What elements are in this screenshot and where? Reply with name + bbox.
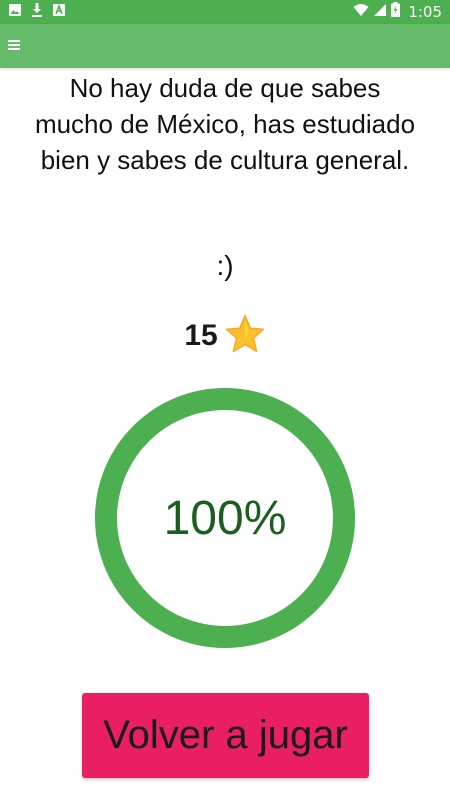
- result-message: No hay duda de que sabes mucho de México…: [34, 73, 416, 175]
- progress-percentage: 100%: [163, 491, 287, 545]
- menu-icon: [8, 40, 20, 50]
- score-value: 15: [184, 319, 218, 352]
- battery-icon: [391, 2, 401, 22]
- menu-button[interactable]: [4, 35, 24, 55]
- score-row: 15: [0, 314, 450, 356]
- font-icon: [52, 3, 66, 22]
- notification-icons: [8, 2, 66, 23]
- image-icon: [8, 3, 22, 22]
- system-icons: 1:05: [353, 2, 442, 22]
- app-bar: [0, 24, 450, 68]
- download-icon: [30, 2, 44, 23]
- replay-button[interactable]: Volver a jugar: [82, 693, 369, 778]
- status-bar: 1:05: [0, 0, 450, 24]
- star-icon: [224, 313, 266, 360]
- wifi-icon: [353, 3, 369, 22]
- status-time: 1:05: [408, 3, 442, 21]
- signal-icon: [373, 3, 387, 22]
- result-emoticon: :): [216, 250, 234, 281]
